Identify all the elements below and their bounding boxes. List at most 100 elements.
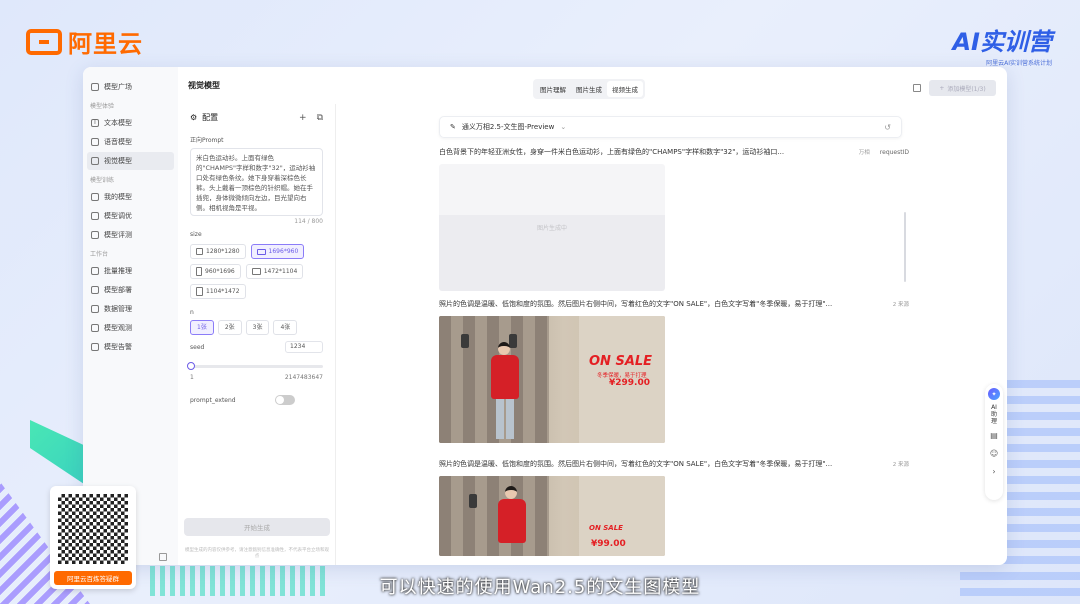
add-model-button[interactable]: + 添加模型(1/3) — [929, 80, 996, 96]
tab-image-understanding[interactable]: 图片理解 — [535, 81, 571, 97]
fullscreen-icon[interactable] — [913, 84, 921, 92]
result-block: 照片的色调是温暖、低饱和度的氛围。然后图片右侧中间，写着红色的文字"ON SAL… — [439, 459, 909, 556]
seed-label: seed — [190, 343, 205, 351]
sidebar-item-alert[interactable]: 模型告警 — [87, 338, 174, 356]
square-icon — [196, 248, 203, 255]
sidebar-item-eval[interactable]: 模型评测 — [87, 226, 174, 244]
tune-icon — [91, 212, 99, 220]
vision-icon — [91, 157, 99, 165]
size-option[interactable]: 1104*1472 — [190, 284, 246, 299]
mode-tabs: 图片理解 图片生成 视频生成 — [533, 79, 645, 99]
slider-knob[interactable] — [187, 362, 195, 370]
sidebar-item-vision[interactable]: 视觉模型 — [87, 152, 174, 170]
batch-icon — [91, 267, 99, 275]
extend-label: prompt_extend — [190, 396, 236, 404]
sidebar-group: 工作台 — [90, 251, 109, 258]
chevron-down-icon: ⌄ — [560, 123, 567, 131]
right-tool-rail: ✦ AI助理 ▤ ☺ › — [985, 384, 1003, 500]
sidebar-item-observe[interactable]: 模型观测 — [87, 319, 174, 337]
document-icon[interactable]: ▤ — [990, 429, 998, 443]
sidebar-item-batch[interactable]: 批量推理 — [87, 262, 174, 280]
eval-icon — [91, 231, 99, 239]
sidebar-group: 模型训练 — [90, 177, 115, 184]
sidebar-item-text[interactable]: T 文本模型 — [87, 114, 174, 132]
n-label: n — [190, 309, 194, 316]
collapse-sidebar-icon[interactable] — [159, 553, 167, 561]
image-placeholder: 图片生成中 — [439, 164, 665, 291]
sidebar-item-model-square[interactable]: 模型广场 — [87, 78, 174, 96]
add-icon[interactable]: + — [299, 113, 307, 123]
scrollbar[interactable] — [904, 212, 906, 282]
generated-image[interactable]: ON SALE ¥99.00 — [439, 476, 665, 556]
portrait-icon — [196, 287, 203, 296]
page-title: 视觉模型 — [188, 81, 220, 90]
result-block: 白色背景下的年轻亚洲女性，身穿一件米白色运动衫，上面有绿色的"CHAMPS"字样… — [439, 147, 909, 291]
sidebar-group: 模型体验 — [90, 103, 115, 110]
deploy-icon — [91, 286, 99, 294]
data-icon — [91, 305, 99, 313]
size-label: size — [190, 231, 202, 238]
sidebar-item-deploy[interactable]: 模型部署 — [87, 281, 174, 299]
grid-icon — [91, 83, 99, 91]
seed-input[interactable]: 1234 — [285, 341, 323, 353]
sidebar-item-my-model[interactable]: 我的模型 — [87, 188, 174, 206]
sidebar-item-data[interactable]: 数据管理 — [87, 300, 174, 318]
config-header: ⚙ 配置 + ⧉ — [190, 112, 323, 123]
request-id[interactable]: requestID — [870, 149, 909, 156]
landscape-icon — [256, 248, 266, 255]
logo-icon — [26, 28, 62, 55]
model-icon — [91, 193, 99, 201]
qr-code — [58, 494, 128, 564]
plus-icon: + — [939, 84, 945, 92]
alert-icon — [91, 343, 99, 351]
prompt-extend-toggle[interactable] — [275, 395, 295, 405]
size-option[interactable]: 960*1696 — [190, 264, 241, 279]
model-selector[interactable]: ✎ 通义万相2.5-文生图-Preview ⌄ ↺ — [439, 116, 902, 138]
sidebar-item-tune[interactable]: 模型调优 — [87, 207, 174, 225]
seed-range: 1 2147483647 — [190, 374, 323, 381]
text-icon: T — [91, 119, 99, 127]
config-panel: ⚙ 配置 + ⧉ 正向Prompt 米白色运动衫。上面有绿色的"CHAMPS"字样… — [178, 104, 336, 565]
prompt-counter: 114 / 800 — [294, 218, 323, 225]
video-subtitle: 可以快速的使用Wan2.5的文生图模型 — [379, 577, 701, 598]
tab-image-generation[interactable]: 图片生成 — [571, 81, 607, 97]
aliyun-logo: 阿里云 — [26, 24, 143, 59]
tab-video-generation[interactable]: 视频生成 — [607, 81, 643, 97]
app-window: 模型广场 模型体验 T 文本模型 语音模型 视觉模型 模型训练 我的模型 模型调优… — [83, 67, 1007, 565]
size-option[interactable]: 1280*1280 — [190, 244, 246, 259]
prompt-input[interactable]: 米白色运动衫。上面有绿色的"CHAMPS"字样和数字"32"，运动衫袖口处有绿色… — [190, 148, 323, 216]
chevron-right-icon[interactable]: › — [992, 465, 995, 479]
prompt-extend-row: prompt_extend — [178, 395, 335, 405]
copy-icon[interactable]: ⧉ — [317, 113, 323, 123]
feedback-icon[interactable]: ☺ — [990, 447, 998, 461]
portrait-icon — [196, 267, 202, 276]
settings-icon: ⚙ — [190, 113, 198, 122]
n-option-selected[interactable]: 1张 — [190, 320, 214, 335]
campaign-logo: AI实训营 阿里云AI实训营系统计划 — [952, 28, 1052, 67]
n-option[interactable]: 4张 — [273, 320, 298, 335]
observe-icon — [91, 324, 99, 332]
model-person — [494, 486, 528, 556]
refresh-icon[interactable]: ↺ — [884, 123, 891, 132]
size-option[interactable]: 1472*1104 — [245, 264, 304, 279]
voice-icon — [91, 138, 99, 146]
disclaimer: 模型生成的内容仅供参考，请注意甄别信息准确性，不代表平台立场和观点 — [185, 548, 329, 559]
seed-slider[interactable] — [187, 362, 323, 370]
ai-assistant-icon[interactable]: ✦ — [988, 388, 1000, 400]
n-option[interactable]: 2张 — [217, 320, 242, 335]
seed-row: seed 1234 — [178, 341, 335, 353]
ai-assistant-label[interactable]: AI助理 — [990, 404, 998, 425]
prompt-label: 正向Prompt — [190, 137, 224, 144]
model-person — [487, 342, 521, 443]
results-area: ✎ 通义万相2.5-文生图-Preview ⌄ ↺ 白色背景下的年轻亚洲女性，身… — [336, 104, 956, 565]
sidebar-item-voice[interactable]: 语音模型 — [87, 133, 174, 151]
model-icon: ✎ — [450, 123, 456, 131]
landscape-icon — [251, 268, 261, 275]
size-option-selected[interactable]: 1696*960 — [250, 244, 305, 259]
generate-button[interactable]: 开始生成 — [184, 518, 330, 536]
size-options: 1280*1280 1696*960 960*1696 1472*1104 11… — [178, 238, 336, 299]
n-options: 1张 2张 3张 4张 — [178, 316, 335, 335]
result-block: 照片的色调是温暖、低饱和度的氛围。然后图片右侧中间，写着红色的文字"ON SAL… — [439, 299, 909, 443]
generated-image[interactable]: ON SALE 冬季保暖，易于打理 ¥299.00 — [439, 316, 665, 443]
n-option[interactable]: 3张 — [245, 320, 270, 335]
